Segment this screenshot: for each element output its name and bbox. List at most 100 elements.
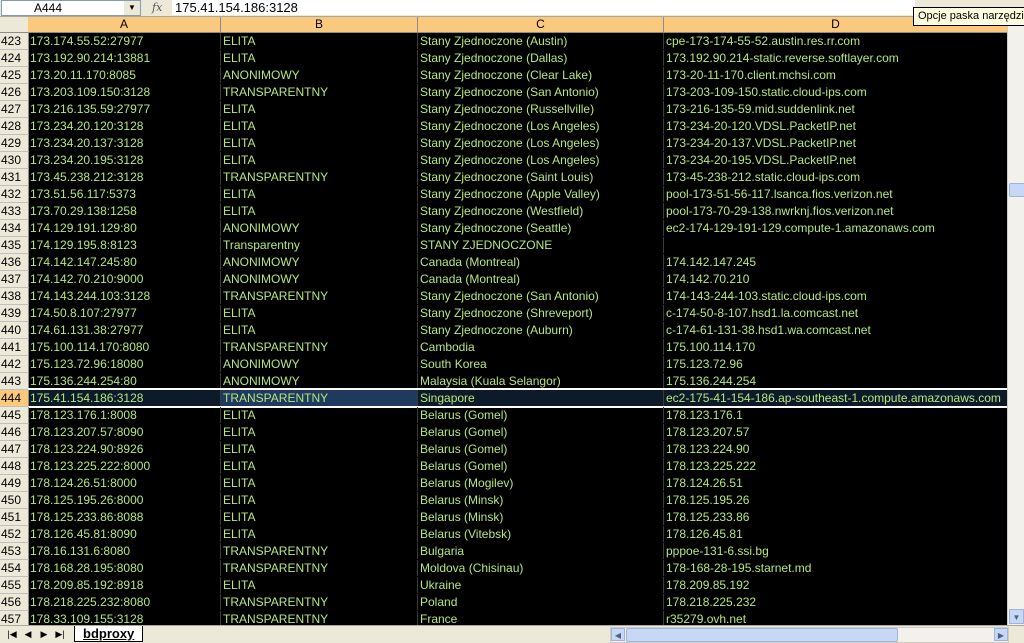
row-header[interactable]: 455 — [0, 577, 29, 594]
cell-a[interactable]: 175.41.154.186:3128 — [28, 390, 221, 406]
cell-d[interactable]: pool-173-51-56-117.lsanca.fios.verizon.n… — [664, 186, 1007, 202]
first-sheet-icon[interactable]: |◀ — [6, 627, 18, 641]
cell-a[interactable]: 174.129.191.129:80 — [28, 220, 221, 236]
horizontal-scroll-thumb[interactable] — [626, 628, 898, 642]
row-header[interactable]: 433 — [0, 203, 29, 220]
row-header[interactable]: 446 — [0, 424, 29, 441]
cell-c[interactable]: France — [418, 611, 664, 625]
row-header[interactable]: 450 — [0, 492, 29, 509]
cell-c[interactable]: Stany Zjednoczone (San Antonio) — [418, 84, 664, 100]
row-header[interactable]: 427 — [0, 101, 29, 118]
row-header[interactable]: 444 — [0, 390, 29, 407]
cell-b[interactable]: ELITA — [221, 509, 418, 525]
cell-c[interactable]: Stany Zjednoczone (Los Angeles) — [418, 118, 664, 134]
cell-d[interactable]: 174.142.70.210 — [664, 271, 1007, 287]
row-header[interactable]: 448 — [0, 458, 29, 475]
cell-d[interactable]: 178-168-28-195.starnet.md — [664, 560, 1007, 576]
cell-b[interactable]: ELITA — [221, 475, 418, 491]
row-header[interactable]: 425 — [0, 67, 29, 84]
sheet-tab-bdproxy[interactable]: bdproxy — [74, 626, 144, 642]
cell-d[interactable]: 175.100.114.170 — [664, 339, 1007, 355]
cell-c[interactable]: Belarus (Minsk) — [418, 492, 664, 508]
cell-b[interactable]: ELITA — [221, 118, 418, 134]
row-header[interactable]: 436 — [0, 254, 29, 271]
cell-a[interactable]: 178.125.195.26:8000 — [28, 492, 221, 508]
cell-b[interactable]: TRANSPARENTNY — [221, 339, 418, 355]
cell-c[interactable]: Canada (Montreal) — [418, 254, 664, 270]
cell-b[interactable]: ELITA — [221, 135, 418, 151]
cell-a[interactable]: 174.129.195.8:8123 — [28, 237, 221, 253]
cell-c[interactable]: Malaysia (Kuala Selangor) — [418, 373, 664, 389]
cell-b[interactable]: ANONIMOWY — [221, 373, 418, 389]
cell-b[interactable]: ELITA — [221, 526, 418, 542]
cell-c[interactable]: Stany Zjednoczone (Los Angeles) — [418, 135, 664, 151]
row-header[interactable]: 447 — [0, 441, 29, 458]
cell-d[interactable]: ec2-174-129-191-129.compute-1.amazonaws.… — [664, 220, 1007, 236]
cell-a[interactable]: 174.142.70.210:9000 — [28, 271, 221, 287]
row-header[interactable]: 430 — [0, 152, 29, 169]
row-header[interactable]: 451 — [0, 509, 29, 526]
cell-a[interactable]: 173.203.109.150:3128 — [28, 84, 221, 100]
cell-c[interactable]: Belarus (Gomel) — [418, 458, 664, 474]
cell-c[interactable]: Stany Zjednoczone (Saint Louis) — [418, 169, 664, 185]
cell-b[interactable]: TRANSPARENTNY — [221, 84, 418, 100]
cell-c[interactable]: Belarus (Gomel) — [418, 407, 664, 423]
cell-d[interactable]: 178.123.224.90 — [664, 441, 1007, 457]
cell-d[interactable] — [664, 237, 1007, 253]
cell-a[interactable]: 178.209.85.192:8918 — [28, 577, 221, 593]
row-header[interactable]: 452 — [0, 526, 29, 543]
cell-a[interactable]: 173.20.11.170:8085 — [28, 67, 221, 83]
name-box-dropdown-icon[interactable]: ▼ — [124, 1, 140, 15]
cell-b[interactable]: TRANSPARENTNY — [221, 611, 418, 625]
cell-d[interactable]: 174.142.147.245 — [664, 254, 1007, 270]
cell-d[interactable]: 173-203-109-150.static.cloud-ips.com — [664, 84, 1007, 100]
cell-b[interactable]: ELITA — [221, 441, 418, 457]
cell-b[interactable]: TRANSPARENTNY — [221, 594, 418, 610]
cell-a[interactable]: 175.123.72.96:18080 — [28, 356, 221, 372]
cell-d[interactable]: 178.125.195.26 — [664, 492, 1007, 508]
horizontal-scrollbar[interactable]: ◀ ▶ — [610, 627, 1009, 643]
row-header[interactable]: 435 — [0, 237, 29, 254]
cell-a[interactable]: 173.51.56.117:5373 — [28, 186, 221, 202]
row-header[interactable]: 443 — [0, 373, 29, 390]
cell-b[interactable]: TRANSPARENTNY — [221, 390, 418, 406]
cell-b[interactable]: TRANSPARENTNY — [221, 560, 418, 576]
cell-a[interactable]: 173.174.55.52:27977 — [28, 33, 221, 49]
cell-d[interactable]: c-174-61-131-38.hsd1.wa.comcast.net — [664, 322, 1007, 338]
formula-input[interactable]: 175.41.154.186:3128 — [172, 0, 915, 15]
cell-d[interactable]: ec2-175-41-154-186.ap-southeast-1.comput… — [664, 390, 1007, 406]
row-header[interactable]: 428 — [0, 118, 29, 135]
cell-a[interactable]: 178.126.45.81:8090 — [28, 526, 221, 542]
row-header[interactable]: 424 — [0, 50, 29, 67]
cell-a[interactable]: 174.50.8.107:27977 — [28, 305, 221, 321]
cell-a[interactable]: 178.123.225.222:8000 — [28, 458, 221, 474]
vertical-scroll-thumb[interactable] — [1009, 183, 1024, 197]
cell-b[interactable]: TRANSPARENTNY — [221, 288, 418, 304]
cell-b[interactable]: ELITA — [221, 492, 418, 508]
row-header[interactable]: 432 — [0, 186, 29, 203]
row-header[interactable]: 438 — [0, 288, 29, 305]
cell-c[interactable]: STANY ZJEDNOCZONE — [418, 237, 664, 253]
row-header[interactable]: 437 — [0, 271, 29, 288]
row-header[interactable]: 454 — [0, 560, 29, 577]
cell-c[interactable]: Stany Zjednoczone (Dallas) — [418, 50, 664, 66]
cell-b[interactable]: ELITA — [221, 186, 418, 202]
cell-b[interactable]: ANONIMOWY — [221, 220, 418, 236]
cell-d[interactable]: 173.192.90.214-static.reverse.softlayer.… — [664, 50, 1007, 66]
cell-c[interactable]: Belarus (Vitebsk) — [418, 526, 664, 542]
next-sheet-icon[interactable]: ▶ — [38, 627, 50, 641]
cell-c[interactable]: Stany Zjednoczone (Clear Lake) — [418, 67, 664, 83]
cell-d[interactable]: 173-20-11-170.client.mchsi.com — [664, 67, 1007, 83]
cell-c[interactable]: South Korea — [418, 356, 664, 372]
cell-a[interactable]: 178.123.207.57:8090 — [28, 424, 221, 440]
name-box[interactable]: A444 ▼ — [1, 0, 141, 16]
cell-d[interactable]: 178.209.85.192 — [664, 577, 1007, 593]
cell-b[interactable]: ELITA — [221, 322, 418, 338]
vertical-scrollbar[interactable]: ▼ — [1007, 17, 1024, 625]
row-header[interactable]: 439 — [0, 305, 29, 322]
cell-b[interactable]: Transparentny — [221, 237, 418, 253]
row-header[interactable]: 442 — [0, 356, 29, 373]
row-header[interactable]: 453 — [0, 543, 29, 560]
cell-d[interactable]: 173-234-20-195.VDSL.PacketIP.net — [664, 152, 1007, 168]
cell-c[interactable]: Stany Zjednoczone (Auburn) — [418, 322, 664, 338]
